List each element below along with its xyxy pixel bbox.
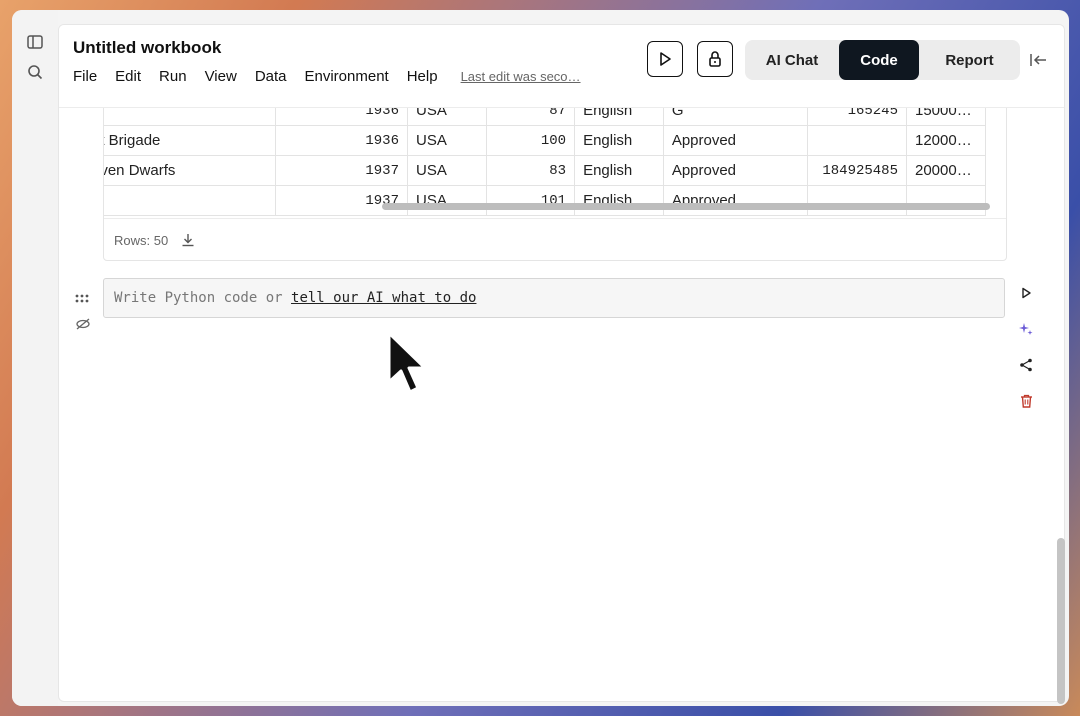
tab-ai-chat[interactable]: AI Chat [745, 40, 839, 80]
last-edit-link[interactable]: Last edit was seco… [461, 69, 581, 84]
table-cell: USA [407, 155, 487, 186]
table-cell: 184925485 [807, 155, 907, 186]
horizontal-scrollbar[interactable] [382, 203, 990, 210]
table-cell [807, 125, 907, 156]
table-row: 1937 USA 101 English Approved [104, 185, 986, 216]
notebook-content: 1936 USA 87 English G 165245 15000… nt B… [59, 107, 1064, 701]
menu-data[interactable]: Data [255, 68, 287, 85]
table-cell: Approved [663, 155, 809, 186]
table-cell: 1937 [275, 185, 408, 216]
data-table: 1936 USA 87 English G 165245 15000… nt B… [104, 107, 986, 216]
table-cell: 15000… [906, 107, 986, 126]
table-cell: English [574, 155, 664, 186]
menu-run[interactable]: Run [159, 68, 187, 85]
table-cell: 1936 [275, 107, 408, 126]
table-cell: Approved [663, 185, 809, 216]
table-cell: 100 [486, 125, 576, 156]
hide-eye-icon[interactable] [75, 317, 93, 333]
delete-icon[interactable] [1017, 392, 1035, 410]
table-cell: 165245 [807, 107, 907, 126]
workbook-main: Untitled workbook File Edit Run View Dat… [58, 24, 1065, 702]
table-row: 1936 USA 87 English G 165245 15000… [104, 107, 986, 126]
table-row: even Dwarfs 1937 USA 83 English Approved… [104, 155, 986, 186]
vertical-scrollbar[interactable] [1057, 538, 1065, 704]
dataframe-output: 1936 USA 87 English G 165245 15000… nt B… [103, 107, 1007, 261]
menu-bar: File Edit Run View Data Environment Help… [73, 68, 581, 85]
search-icon[interactable] [25, 62, 45, 82]
tab-code[interactable]: Code [839, 40, 919, 80]
table-cell: USA [407, 185, 487, 216]
code-cell-input[interactable]: Write Python code or tell our AI what to… [103, 278, 1005, 318]
run-all-button[interactable] [647, 41, 683, 77]
table-cell: nt Brigade [104, 125, 276, 156]
drag-handle-icon[interactable] [75, 291, 93, 305]
header: Untitled workbook File Edit Run View Dat… [59, 25, 1064, 108]
table-cell: 101 [486, 185, 576, 216]
table-cell: even Dwarfs [104, 155, 276, 186]
table-cell: 83 [486, 155, 576, 186]
mode-switcher: AI Chat Code Report [745, 40, 1020, 80]
table-cell: English [574, 107, 664, 126]
run-cell-icon[interactable] [1017, 284, 1035, 302]
table-cell [906, 185, 986, 216]
panel-toggle-icon[interactable] [25, 32, 45, 52]
collapse-right-icon[interactable] [1027, 49, 1049, 71]
table-cell: USA [407, 107, 487, 126]
workbook-title[interactable]: Untitled workbook [73, 38, 221, 58]
table-cell: English [574, 125, 664, 156]
share-icon[interactable] [1017, 356, 1035, 374]
table-cell: 1937 [275, 155, 408, 186]
play-icon [660, 52, 671, 66]
table-cell: 12000… [906, 125, 986, 156]
menu-edit[interactable]: Edit [115, 68, 141, 85]
table-row: nt Brigade 1936 USA 100 English Approved… [104, 125, 986, 156]
table-cell: USA [407, 125, 487, 156]
ai-prompt-link[interactable]: tell our AI what to do [291, 290, 476, 306]
tab-report[interactable]: Report [919, 40, 1020, 80]
table-cell: G [663, 107, 809, 126]
table-cell: Approved [663, 125, 809, 156]
table-cell [807, 185, 907, 216]
table-cell: 87 [486, 107, 576, 126]
table-cell: 1936 [275, 125, 408, 156]
app-window: Untitled workbook File Edit Run View Dat… [12, 10, 1069, 706]
menu-view[interactable]: View [205, 68, 237, 85]
table-cell [104, 185, 276, 216]
table-footer: Rows: 50 [104, 218, 1006, 260]
table-cell: 20000… [906, 155, 986, 186]
table-cell [104, 107, 276, 126]
menu-environment[interactable]: Environment [305, 68, 389, 85]
download-icon[interactable] [180, 232, 196, 248]
row-count: Rows: 50 [114, 232, 169, 248]
lock-icon [709, 51, 721, 67]
table-cell: English [574, 185, 664, 216]
lock-button[interactable] [697, 41, 733, 77]
ai-sparkle-icon[interactable] [1017, 320, 1035, 338]
menu-help[interactable]: Help [407, 68, 438, 85]
placeholder-text: Write Python code or [114, 290, 292, 306]
mouse-cursor-icon [387, 331, 427, 394]
menu-file[interactable]: File [73, 68, 97, 85]
left-rail [12, 10, 58, 706]
